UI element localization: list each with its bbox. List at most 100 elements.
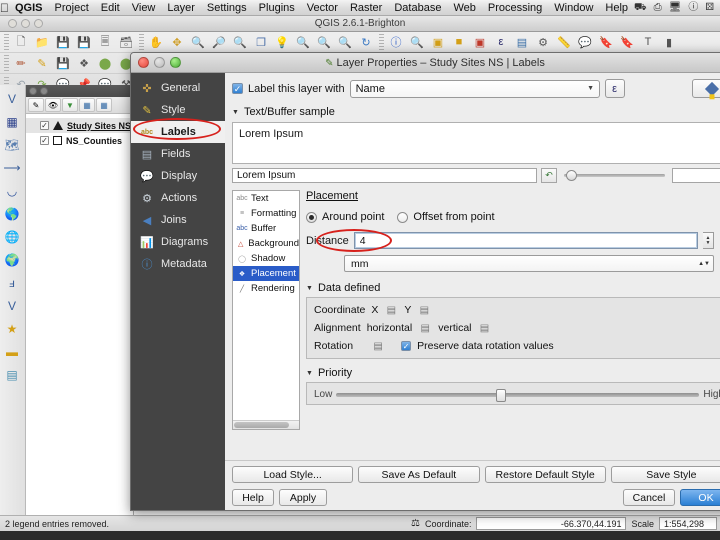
menu-item-project[interactable]: Project	[49, 0, 95, 16]
add-wms-layer-icon[interactable]: 🌎	[0, 202, 24, 225]
collapse-triangle-icon[interactable]: ▼	[306, 370, 313, 377]
preserve-rotation-checkbox[interactable]: ✓	[401, 341, 412, 351]
apply-button[interactable]: Apply	[279, 489, 327, 506]
menu-item-database[interactable]: Database	[388, 0, 447, 16]
ok-button[interactable]: OK	[680, 489, 720, 506]
collapse-all-icon[interactable]: ▦	[96, 98, 112, 112]
add-wfs-layer-icon[interactable]: 🌍	[0, 248, 24, 271]
layer-item-ns-counties[interactable]: ✓ NS_Counties	[26, 133, 133, 148]
zoom-selection-icon[interactable]: ❐	[251, 33, 271, 52]
tab-rendering[interactable]: ╱ Rendering	[233, 281, 299, 296]
text-buffer-sample-header[interactable]: ▼ Text/Buffer sample	[232, 106, 720, 118]
apple-logo-icon[interactable]: 	[0, 0, 9, 16]
edit-pencil-icon[interactable]: ✎	[32, 54, 52, 73]
pan-map-icon[interactable]: ✋	[146, 33, 166, 52]
expand-all-icon[interactable]: ▦	[79, 98, 95, 112]
open-folder-icon[interactable]: 📁	[32, 33, 52, 52]
sidebar-item-joins[interactable]: ◀ Joins	[131, 209, 225, 231]
tab-buffer[interactable]: abc Buffer	[233, 221, 299, 236]
map-tips-icon[interactable]: 💬	[575, 33, 595, 52]
distance-input[interactable]: 4	[353, 232, 698, 249]
sidebar-item-style[interactable]: ✎ Style	[131, 99, 225, 121]
new-print-composer-icon[interactable]: 🗏	[95, 33, 115, 52]
label-field-combo[interactable]: Name ▼	[349, 79, 600, 98]
remove-selection-icon[interactable]: ▣	[470, 33, 490, 52]
toolbar-grip-3[interactable]	[379, 34, 384, 50]
zoom-layer-icon[interactable]: 💡	[272, 33, 292, 52]
sidebar-item-labels[interactable]: abc Labels	[131, 121, 225, 143]
tab-background[interactable]: △ Background	[233, 236, 299, 251]
select-radius-icon[interactable]: ▣	[428, 33, 448, 52]
save-as-icon[interactable]: 💾	[74, 33, 94, 52]
coordinate-x-data-defined-icon[interactable]: ▤	[384, 304, 398, 316]
revert-arrow-icon[interactable]: ↶	[541, 168, 557, 183]
pan-selection-icon[interactable]: ✥	[167, 33, 187, 52]
new-shapefile-icon[interactable]: ★	[0, 317, 24, 340]
composer-manager-icon[interactable]: 🗃	[116, 33, 136, 52]
style-manager-icon[interactable]: ✎	[28, 98, 44, 112]
sidebar-item-diagrams[interactable]: 📊 Diagrams	[131, 231, 225, 253]
zoom-next-icon[interactable]: 🔍	[335, 33, 355, 52]
save-style-button[interactable]: Save Style	[610, 466, 720, 483]
tab-formatting[interactable]: ≡ Formatting	[233, 206, 299, 221]
deselect-icon[interactable]: ■	[449, 33, 469, 52]
sample-zoom-slider[interactable]	[564, 168, 665, 183]
help-button[interactable]: Help	[232, 489, 274, 506]
menu-item-plugins[interactable]: Plugins	[253, 0, 301, 16]
load-style-button[interactable]: Load Style...	[232, 466, 354, 483]
sidebar-item-display[interactable]: 💬 Display	[131, 165, 225, 187]
add-feature-icon[interactable]: ⬤	[95, 54, 115, 73]
menu-item-processing[interactable]: Processing	[482, 0, 548, 16]
rotation-data-defined-icon[interactable]: ▤	[371, 340, 385, 352]
zoom-full-icon[interactable]: 🔍	[230, 33, 250, 52]
add-wcs-layer-icon[interactable]: 🌐	[0, 225, 24, 248]
menu-item-vector[interactable]: Vector	[301, 0, 344, 16]
toolbar-grip[interactable]	[4, 34, 9, 50]
menu-item-qgis[interactable]: QGIS	[9, 0, 49, 16]
menu-item-view[interactable]: View	[126, 0, 162, 16]
filter-legend-icon[interactable]: 👁	[45, 98, 61, 112]
style-dock-button[interactable]	[692, 79, 720, 98]
clock-icon[interactable]: ⓘ	[688, 0, 698, 16]
alignment-horizontal-data-defined-icon[interactable]: ▤	[418, 322, 432, 334]
bluetooth-icon[interactable]: ⚄	[705, 0, 714, 16]
radio-around-point[interactable]	[306, 211, 317, 223]
distance-stepper[interactable]: ▲ ▼	[703, 232, 714, 249]
filter-legend-expression-icon[interactable]: ▼	[62, 98, 78, 112]
new-vector-layer-icon[interactable]: V	[0, 294, 24, 317]
stepper-down-icon[interactable]: ▼	[706, 240, 711, 246]
display-icon[interactable]: 🖥	[669, 0, 682, 16]
restore-default-style-button[interactable]: Restore Default Style	[484, 466, 606, 483]
label-this-layer-checkbox[interactable]: ✓	[232, 83, 243, 94]
new-bookmark-icon[interactable]: 🔖	[596, 33, 616, 52]
collapse-triangle-icon[interactable]: ▼	[306, 285, 313, 292]
field-calculator-icon[interactable]: ε	[491, 33, 511, 52]
sidebar-item-actions[interactable]: ⚙ Actions	[131, 187, 225, 209]
select-features-icon[interactable]: 🔍	[407, 33, 427, 52]
expression-editor-button[interactable]: ε	[604, 79, 625, 98]
zoom-in-icon[interactable]: 🔍	[188, 33, 208, 52]
show-bookmarks-icon[interactable]: 🔖	[617, 33, 637, 52]
more-tools-icon[interactable]: ▮	[659, 33, 679, 52]
sample-text-input[interactable]: Lorem Ipsum	[232, 168, 537, 183]
text-annotation-icon[interactable]: T	[638, 33, 658, 52]
priority-header[interactable]: ▼ Priority	[306, 367, 720, 379]
panel-float-icon[interactable]	[40, 87, 48, 95]
new-file-icon[interactable]: 🗋	[11, 33, 31, 52]
radio-offset-from-point[interactable]	[397, 211, 409, 223]
save-icon[interactable]: 💾	[53, 33, 73, 52]
priority-slider[interactable]	[336, 388, 700, 402]
menu-item-web[interactable]: Web	[447, 0, 481, 16]
identify-icon[interactable]: ⓘ	[386, 33, 406, 52]
sidebar-item-general[interactable]: ✜ General	[131, 77, 225, 99]
sample-scale-field[interactable]	[672, 168, 720, 183]
toolbar-grip-4[interactable]	[4, 55, 9, 71]
add-mesh-layer-icon[interactable]: 🗺	[0, 133, 24, 156]
dropbox-icon[interactable]: ⛟	[634, 0, 647, 16]
save-edits-icon[interactable]: 💾	[53, 54, 73, 73]
add-postgis-layer-icon[interactable]: ◡	[0, 179, 24, 202]
menu-item-layer[interactable]: Layer	[161, 0, 201, 16]
new-memory-layer-icon[interactable]: ▬	[0, 340, 24, 363]
measure-icon[interactable]: 📏	[554, 33, 574, 52]
panel-close-icon[interactable]	[29, 87, 37, 95]
